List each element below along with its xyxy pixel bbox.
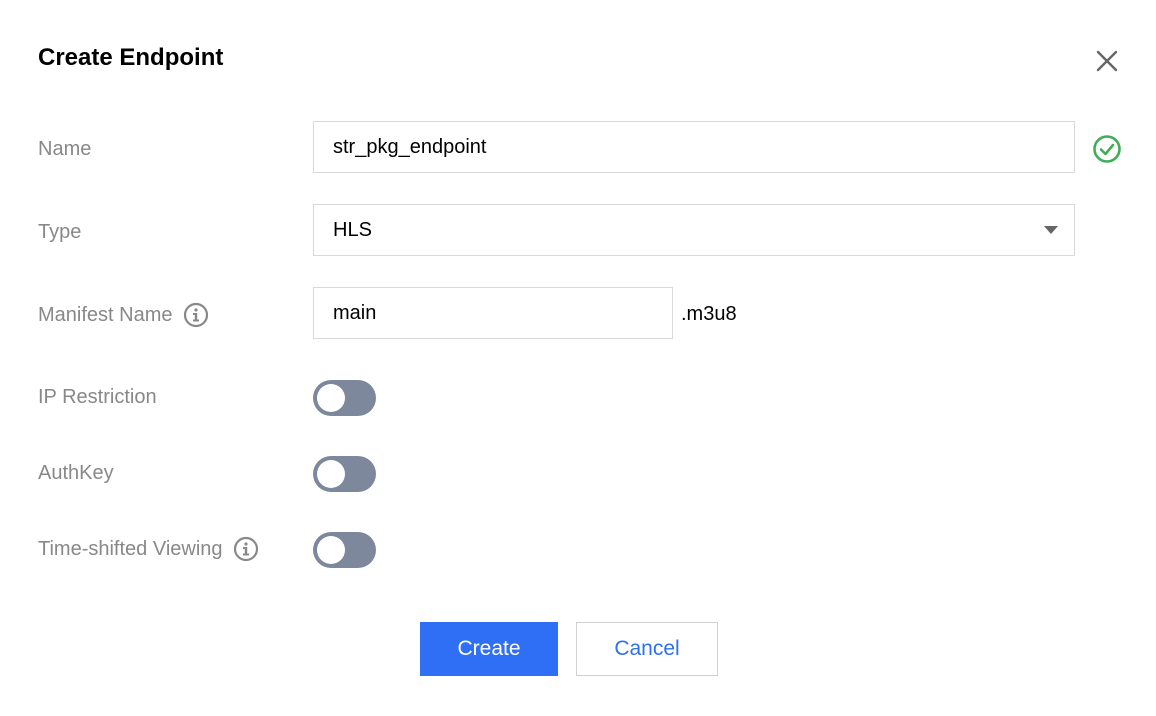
name-input[interactable]: str_pkg_endpoint (313, 121, 1075, 173)
chevron-down-icon (1044, 226, 1058, 234)
manifest-name-label-text: Manifest Name (38, 303, 173, 326)
info-icon[interactable] (233, 536, 259, 562)
toggle-knob (317, 536, 345, 564)
manifest-name-label: Manifest Name (38, 301, 209, 329)
cancel-button[interactable]: Cancel (576, 622, 718, 676)
info-icon[interactable] (183, 302, 209, 328)
manifest-suffix: .m3u8 (681, 303, 737, 325)
toggle-knob (317, 384, 345, 412)
authkey-label: AuthKey (38, 460, 114, 486)
type-label: Type (38, 219, 81, 245)
check-circle-icon (1092, 134, 1122, 164)
time-shifted-viewing-label-text: Time-shifted Viewing (38, 537, 223, 560)
time-shifted-viewing-toggle[interactable] (313, 532, 376, 568)
name-input-value: str_pkg_endpoint (333, 135, 487, 158)
create-button[interactable]: Create (420, 622, 558, 676)
close-button[interactable] (1090, 44, 1124, 78)
authkey-label-text: AuthKey (38, 461, 114, 484)
toggle-knob (317, 460, 345, 488)
type-select-value: HLS (333, 218, 372, 241)
type-label-text: Type (38, 220, 82, 243)
ip-restriction-label-text: IP Restriction (38, 385, 157, 408)
create-endpoint-dialog: Create Endpoint Name str_pkg_endpoint Ty… (0, 0, 1156, 716)
ip-restriction-label: IP Restriction (38, 384, 157, 410)
manifest-name-input[interactable]: main (313, 287, 673, 339)
ip-restriction-toggle[interactable] (313, 380, 376, 416)
close-icon (1096, 50, 1118, 72)
name-label-text: Name (38, 137, 92, 160)
manifest-name-input-value: main (333, 301, 377, 324)
type-select[interactable]: HLS (313, 204, 1075, 256)
time-shifted-viewing-label: Time-shifted Viewing (38, 535, 259, 563)
name-label: Name (38, 136, 91, 162)
authkey-toggle[interactable] (313, 456, 376, 492)
dialog-title: Create Endpoint (38, 44, 224, 71)
